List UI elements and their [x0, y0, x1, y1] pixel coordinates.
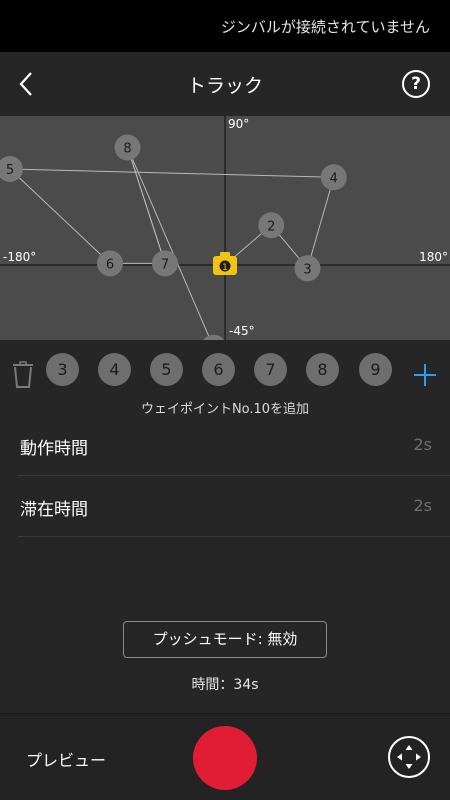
motion-time-value: 2s — [413, 435, 432, 454]
waypoint-chip[interactable]: 7 — [254, 353, 287, 386]
waypoint-node[interactable]: 3 — [294, 255, 321, 282]
add-waypoint-label: ウェイポイントNo.10を追加 — [140, 402, 310, 417]
header: トラック ? — [0, 52, 450, 116]
waypoint-node[interactable]: 4 — [320, 164, 347, 191]
trash-icon — [13, 361, 33, 388]
record-button[interactable] — [193, 726, 257, 790]
axis-label-top: 90° — [228, 117, 250, 131]
waypoint-strip: 3 4 5 6 7 8 9 — [0, 340, 450, 400]
waypoint-label: 6 — [106, 257, 114, 272]
waypoint-label: 7 — [161, 257, 169, 272]
dwell-time-value: 2s — [413, 496, 432, 515]
waypoint-label: 2 — [267, 219, 275, 234]
waypoint-node[interactable]: 8 — [114, 134, 141, 161]
waypoint-label: 8 — [123, 141, 131, 156]
waypoint-chip[interactable]: 5 — [150, 353, 183, 386]
waypoint-chip[interactable]: 9 — [359, 353, 392, 386]
waypoint-node[interactable]: 7 — [152, 250, 178, 277]
waypoint-plot[interactable]: 123456789 90° -45° -180° 180° — [0, 116, 450, 340]
waypoint-label: 1 — [222, 263, 228, 273]
dpad-icon — [397, 745, 421, 769]
dpad-button[interactable] — [388, 736, 430, 778]
add-waypoint-button[interactable] — [412, 362, 438, 388]
page-title: トラック — [186, 75, 263, 97]
waypoint-chip[interactable]: 4 — [98, 353, 131, 386]
waypoint-graph: 123456789 — [0, 116, 450, 340]
axis-label-bottom: -45° — [229, 324, 255, 338]
preview-button[interactable]: プレビュー — [26, 747, 106, 771]
path-segment — [9, 168, 334, 178]
help-button[interactable]: ? — [402, 70, 430, 98]
waypoint-label: 5 — [6, 163, 14, 178]
path-segment — [127, 147, 211, 340]
path-segment — [307, 177, 335, 269]
axis-label-left: -180° — [3, 250, 37, 264]
path-segment — [127, 147, 166, 264]
plus-icon — [414, 364, 436, 386]
connection-status: ジンバルが接続されていません — [220, 18, 430, 36]
motion-time-label: 動作時間 — [20, 439, 88, 459]
axis-label-right: 180° — [419, 250, 448, 264]
push-mode-button[interactable]: プッシュモード: 無効 — [123, 621, 327, 658]
waypoint-node[interactable]: 2 — [258, 212, 285, 239]
question-circle-icon: ? — [411, 74, 421, 94]
dwell-time-label: 滞在時間 — [20, 500, 88, 520]
delete-button[interactable] — [12, 361, 34, 389]
dwell-time-row[interactable]: 滞在時間 2s — [18, 477, 450, 537]
waypoint-chip[interactable]: 6 — [202, 353, 235, 386]
bottom-bar: プレビュー — [0, 713, 450, 800]
motion-time-row[interactable]: 動作時間 2s — [18, 416, 450, 476]
waypoint-node[interactable]: 6 — [97, 250, 123, 277]
waypoint-label: 4 — [330, 171, 338, 186]
waypoint-chip[interactable]: 8 — [306, 353, 339, 386]
total-time-label: 時間：34s — [191, 677, 259, 693]
status-bar: ジンバルが接続されていません — [0, 0, 450, 52]
waypoint-label: 3 — [303, 262, 311, 277]
waypoint-chip[interactable]: 3 — [46, 353, 79, 386]
waypoint-node[interactable]: 1 — [213, 252, 237, 275]
